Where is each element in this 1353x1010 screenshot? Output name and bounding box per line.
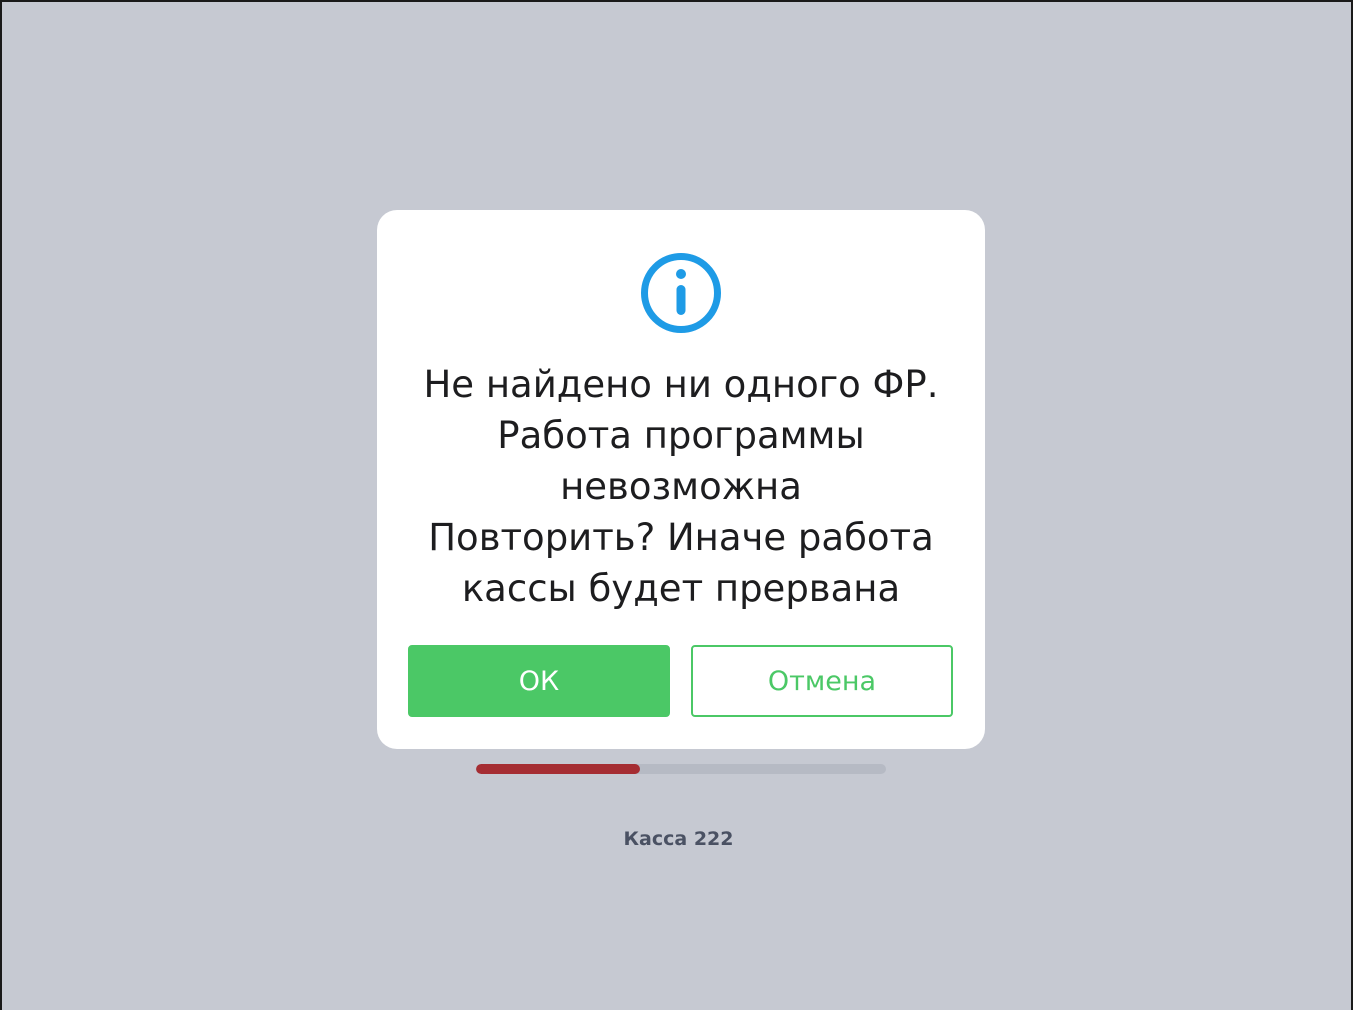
ok-button-label: ОК — [518, 665, 560, 697]
ok-button[interactable]: ОК — [408, 645, 670, 717]
terminal-label: Касса 222 — [623, 828, 734, 850]
message-line: невозможна — [560, 465, 802, 508]
message-line: Не найдено ни одного ФР. — [423, 363, 939, 406]
message-line: Повторить? Иначе работа — [428, 516, 934, 559]
cancel-button[interactable]: Отмена — [691, 645, 953, 717]
message-line: Работа программы — [497, 414, 865, 457]
progress-fill — [476, 764, 640, 774]
dialog-message: Не найдено ни одного ФР. Работа программ… — [397, 359, 965, 614]
info-icon — [641, 253, 721, 333]
error-dialog: Не найдено ни одного ФР. Работа программ… — [377, 210, 985, 749]
app-screen: Не найдено ни одного ФР. Работа программ… — [0, 0, 1353, 1010]
cancel-button-label: Отмена — [767, 665, 877, 697]
message-line: кассы будет прервана — [461, 567, 901, 610]
progress-bar — [476, 764, 886, 774]
